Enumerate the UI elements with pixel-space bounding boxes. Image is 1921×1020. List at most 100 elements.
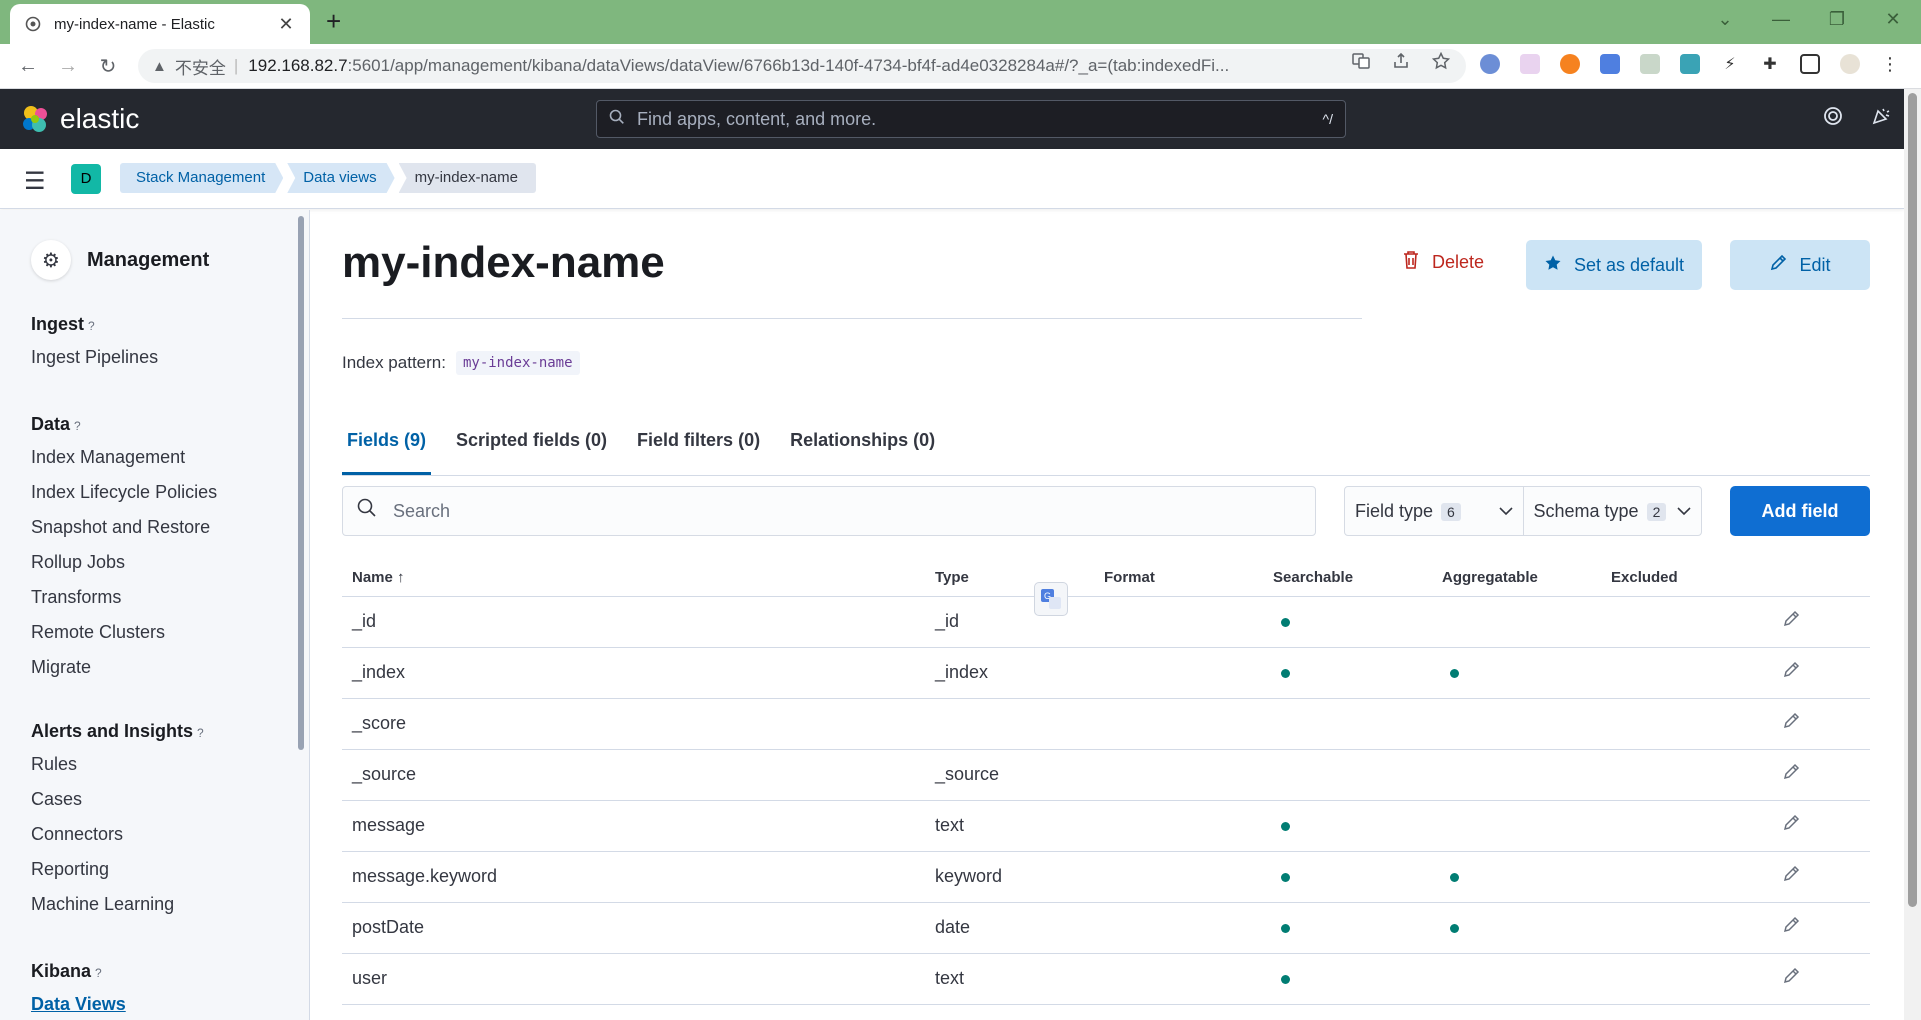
sidebar-item-remote-clusters[interactable]: Remote Clusters [31,622,217,657]
back-button[interactable]: ← [8,55,48,78]
sidebar-item-rollup-jobs[interactable]: Rollup Jobs [31,552,217,587]
sidebar-item-index-lifecycle-policies[interactable]: Index Lifecycle Policies [31,482,217,517]
table-row[interactable]: message.keyword keyword [342,851,1870,903]
field-searchable [1263,800,1432,852]
scrollbar-thumb[interactable] [1908,93,1917,907]
warning-icon[interactable]: ▲ [152,58,167,75]
global-search-input[interactable]: Find apps, content, and more. ^/ [596,100,1346,138]
tab-fields[interactable]: Fields (9) [342,420,432,475]
sidebar-item-ingest-pipelines[interactable]: Ingest Pipelines [31,347,158,382]
field-excluded [1601,647,1770,699]
breadcrumb-stack-management[interactable]: Stack Management [120,163,283,193]
field-search-input[interactable]: Search [342,486,1316,536]
extension-icon[interactable] [1520,54,1540,74]
sidebar-item-index-management[interactable]: Index Management [31,447,217,482]
translate-popup-icon[interactable]: G [1034,582,1068,616]
sidebar-item-rules[interactable]: Rules [31,754,204,789]
table-row[interactable]: _source _source [342,749,1870,801]
index-pattern-value: my-index-name [455,351,580,375]
delete-button[interactable]: Delete [1402,250,1484,275]
sidebar-item-snapshot-restore[interactable]: Snapshot and Restore [31,517,217,552]
browser-tab[interactable]: my-index-name - Elastic ✕ [10,4,310,44]
kibana-header: elastic Find apps, content, and more. ^/ [0,89,1921,149]
tab-scripted-fields[interactable]: Scripted fields (0) [451,420,612,475]
edit-field-button[interactable] [1770,596,1870,648]
table-row[interactable]: user text [342,953,1870,1005]
column-header-excluded[interactable]: Excluded [1601,560,1770,597]
sidebar-item-transforms[interactable]: Transforms [31,587,217,622]
schema-type-filter[interactable]: Schema type 2 [1522,487,1702,535]
tab-field-filters[interactable]: Field filters (0) [632,420,765,475]
edit-field-button[interactable] [1770,749,1870,801]
edit-field-button[interactable] [1770,902,1870,954]
extension-icon[interactable] [1560,54,1580,74]
extension-icon[interactable] [1480,54,1500,74]
sidebar-item-migrate[interactable]: Migrate [31,657,217,692]
help-icon[interactable]: ? [197,726,204,740]
edit-field-button[interactable] [1770,698,1870,750]
sidebar-item-cases[interactable]: Cases [31,789,204,824]
forward-button[interactable]: → [48,55,88,78]
lightning-icon[interactable]: ⚡ [1720,54,1740,74]
sidebar-item-machine-learning[interactable]: Machine Learning [31,894,204,929]
help-icon[interactable] [1823,106,1843,132]
news-icon[interactable] [1871,106,1891,132]
column-header-format[interactable]: Format [1094,560,1263,597]
column-header-type[interactable]: Type [925,560,1094,597]
column-header-searchable[interactable]: Searchable [1263,560,1432,597]
table-row[interactable]: _index _index [342,647,1870,699]
security-label[interactable]: 不安全 [175,54,226,79]
close-window-button[interactable]: ✕ [1865,0,1921,40]
pencil-icon [1782,814,1800,836]
translate-extension-icon[interactable] [1600,54,1620,74]
menu-toggle-icon[interactable]: ☰ [24,167,46,196]
translate-icon[interactable] [1352,52,1370,75]
extension-icon[interactable] [1680,54,1700,74]
column-header-name[interactable]: Name ↑ [342,560,925,597]
page-scrollbar[interactable] [1904,89,1921,1020]
sidebar-item-reporting[interactable]: Reporting [31,859,204,894]
elastic-logo[interactable]: elastic [20,103,139,135]
field-name: _id [342,596,925,648]
table-row[interactable]: postDate date [342,902,1870,954]
extension-icon[interactable] [1640,54,1660,74]
table-row[interactable]: _id _id [342,596,1870,648]
menu-icon[interactable]: ⋮ [1880,54,1900,74]
sidebar-item-data-views[interactable]: Data Views [31,994,126,1020]
sort-ascending-icon: ↑ [397,569,405,587]
help-icon[interactable]: ? [74,419,81,433]
new-tab-button[interactable]: + [326,6,341,37]
breadcrumb-data-views[interactable]: Data views [287,163,394,193]
url-path: :5601/app/management/kibana/dataViews/da… [347,56,1230,75]
table-row[interactable]: message text [342,800,1870,852]
table-row[interactable]: _score [342,698,1870,750]
edit-field-button[interactable] [1770,800,1870,852]
help-icon[interactable]: ? [88,319,95,333]
address-bar[interactable]: ▲ 不安全 | 192.168.82.7 :5601/app/managemen… [138,49,1466,83]
star-icon[interactable] [1431,51,1451,75]
edit-field-button[interactable] [1770,851,1870,903]
sidebar-scrollbar[interactable] [298,216,304,750]
add-field-button[interactable]: Add field [1730,486,1870,536]
sidepanel-icon[interactable] [1800,54,1820,74]
tab-relationships[interactable]: Relationships (0) [785,420,940,475]
edit-button[interactable]: Edit [1730,240,1870,290]
edit-field-button[interactable] [1770,953,1870,1005]
puzzle-icon[interactable]: ✚ [1760,54,1780,74]
profile-avatar[interactable] [1840,54,1860,74]
column-header-aggregatable[interactable]: Aggregatable [1432,560,1601,597]
close-tab-icon[interactable]: ✕ [276,14,296,35]
field-type-filter[interactable]: Field type 6 [1345,487,1523,535]
space-avatar[interactable]: D [71,164,101,194]
tab-search-icon[interactable]: ⌄ [1697,0,1753,40]
reload-button[interactable]: ↻ [88,54,128,79]
set-default-button[interactable]: Set as default [1526,240,1702,290]
help-icon[interactable]: ? [95,966,102,980]
edit-field-button[interactable] [1770,647,1870,699]
restore-button[interactable]: ❐ [1809,0,1865,40]
share-icon[interactable] [1392,52,1410,75]
pencil-icon [1782,661,1800,683]
minimize-button[interactable]: — [1753,0,1809,40]
field-format [1094,953,1263,1005]
sidebar-item-connectors[interactable]: Connectors [31,824,204,859]
